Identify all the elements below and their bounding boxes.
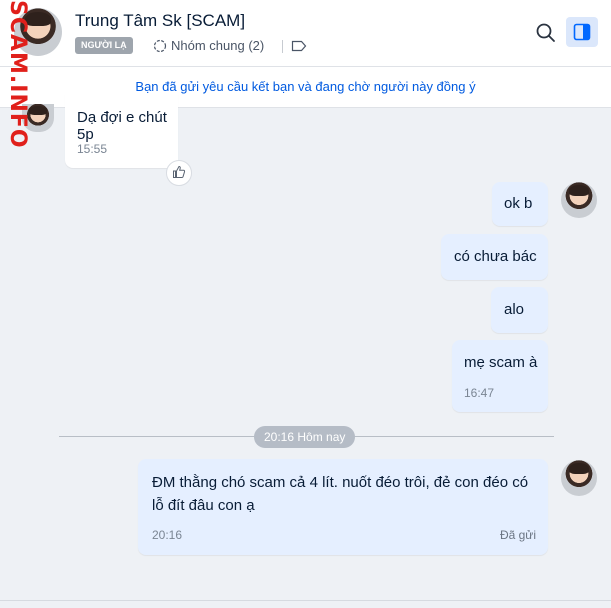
composer-divider [0,600,611,601]
contact-name[interactable]: Trung Tâm Sk [SCAM] [75,11,245,31]
search-icon[interactable] [535,22,557,44]
common-groups-link[interactable]: Nhóm chung (2) [153,38,264,53]
stranger-badge: NGƯỜI LẠ [75,37,133,54]
message-bubble-outgoing[interactable]: alo [491,287,548,333]
tag-icon[interactable] [291,40,307,52]
message-text: mẹ scam à [464,354,538,371]
sent-status: Đã gửi [499,528,536,542]
message-text: có chưa bác [454,248,537,265]
message-time: 16:47 [464,386,495,400]
message-bubble-incoming[interactable]: Dạ đợi e chút 5p 15:55 [65,94,178,168]
scam-watermark: SCAM.INFO [5,0,30,149]
date-divider-label: 20:16 Hôm nay [254,426,356,448]
message-bubble-outgoing[interactable]: ok b [492,182,548,226]
my-avatar[interactable] [561,460,597,496]
like-reaction-button[interactable] [166,160,192,186]
message-text: Dạ đợi e chút 5p [77,109,167,143]
message-time: 20:16 [152,528,183,542]
message-bubble-outgoing[interactable]: mẹ scam à 16:47 [452,340,548,412]
message-text: ĐM thằng chó scam cả 4 lít. nuốt đéo trô… [152,474,529,514]
message-text: alo [504,301,525,318]
message-bubble-outgoing[interactable]: ĐM thằng chó scam cả 4 lít. nuốt đéo trô… [138,459,548,555]
message-bubble-outgoing[interactable]: có chưa bác [441,234,548,280]
header-separator [282,40,283,53]
thumbs-up-icon [173,165,186,178]
toggle-info-panel-button[interactable] [566,17,598,47]
common-groups-label: Nhóm chung (2) [171,38,265,53]
chat-header: Trung Tâm Sk [SCAM] NGƯỜI LẠ Nhóm chung … [0,0,611,67]
message-text: ok b [504,195,533,212]
my-avatar[interactable] [561,182,597,218]
side-panel-icon [573,23,591,41]
group-icon [153,39,167,52]
message-time: 15:55 [77,142,108,156]
